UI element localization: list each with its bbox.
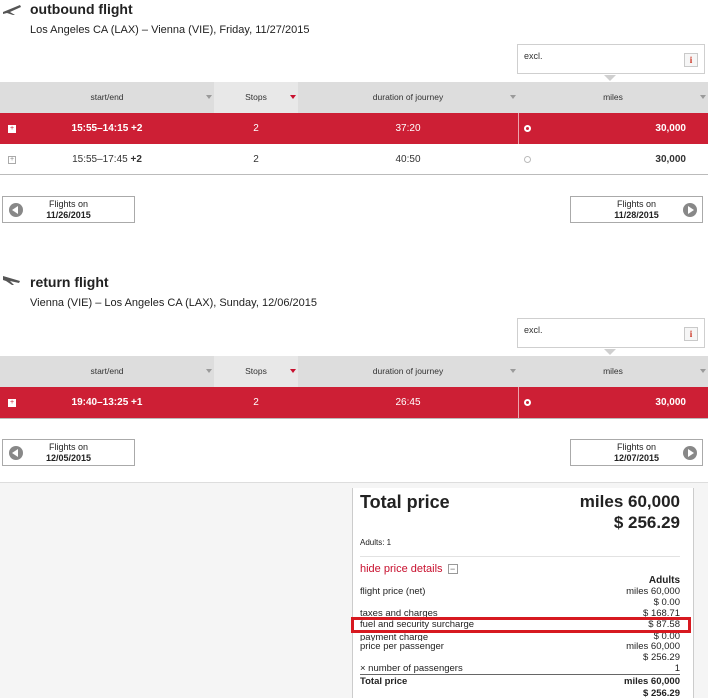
flight-stops: 2 [253, 123, 259, 134]
header-stops[interactable]: Stops [214, 82, 298, 113]
plane-arrival-icon [3, 276, 20, 285]
outbound-route: Los Angeles CA (LAX) – Vienna (VIE), Fri… [30, 24, 310, 36]
total-miles: miles 60,000 [579, 492, 680, 511]
divider [360, 556, 680, 557]
return-table-header: start/end Stops duration of journey mile… [0, 356, 708, 387]
flight-time: 19:40–13:25 +1 [71, 397, 143, 408]
price-per-passenger-line: price per passenger miles 60,000 [360, 641, 680, 652]
summary-total-line: Total price miles 60,000 [360, 676, 680, 687]
return-section-title: return flight [30, 274, 109, 290]
total-price-heading: Total price [360, 492, 450, 512]
pointer-notch [604, 75, 616, 81]
arrow-left-icon [9, 203, 23, 217]
next-day-button[interactable]: Flights on 11/28/2015 [570, 196, 703, 223]
adults-count: Adults: 1 [360, 538, 392, 547]
info-icon[interactable]: i [684, 53, 698, 67]
flight-miles: 30,000 [655, 123, 686, 134]
highlight-box [351, 617, 691, 633]
next-day-button[interactable]: Flights on 12/07/2015 [570, 439, 703, 466]
total-divider [360, 674, 680, 675]
flight-duration: 26:45 [395, 397, 421, 408]
flight-row[interactable]: + 19:40–13:25 +1 2 26:45 30,000 [0, 387, 708, 418]
arrow-left-icon [9, 446, 23, 460]
collapse-icon[interactable]: − [447, 564, 458, 574]
header-startend[interactable]: start/end [0, 82, 214, 113]
flight-duration: 40:50 [395, 154, 421, 165]
flight-time: 15:55–14:15 +2 [71, 123, 143, 134]
total-usd: $ 256.29 [613, 513, 680, 532]
outbound-table-header: start/end Stops duration of journey mile… [0, 82, 708, 113]
flight-stops: 2 [253, 154, 259, 165]
header-miles[interactable]: miles [518, 82, 708, 113]
flight-stops: 2 [253, 397, 259, 408]
select-radio[interactable] [524, 399, 531, 406]
return-price-filter[interactable]: excl. i [517, 318, 705, 348]
flight-duration: 37:20 [395, 123, 421, 134]
flight-price-line: flight price (net) miles 60,000 [360, 586, 680, 597]
flight-time: 15:55–17:45 +2 [72, 154, 142, 165]
return-route: Vienna (VIE) – Los Angeles CA (LAX), Sun… [30, 297, 318, 309]
flight-price-usd: $ 0.00 [653, 597, 680, 608]
pointer-notch [604, 349, 616, 355]
arrow-right-icon [683, 446, 697, 460]
excl-label: excl. [524, 325, 543, 335]
header-startend[interactable]: start/end [0, 356, 214, 387]
header-duration[interactable]: duration of journey [298, 356, 518, 387]
arrow-right-icon [683, 203, 697, 217]
number-of-passengers-line: × number of passengers 1 [360, 663, 680, 674]
header-miles[interactable]: miles [518, 356, 708, 387]
prev-day-button[interactable]: Flights on 11/26/2015 [2, 196, 135, 223]
summary-total-usd: $ 256.29 [643, 688, 680, 698]
prev-day-button[interactable]: Flights on 12/05/2015 [2, 439, 135, 466]
flight-miles: 30,000 [655, 154, 686, 165]
outbound-section-title: outbound flight [30, 1, 133, 17]
header-duration[interactable]: duration of journey [298, 82, 518, 113]
plane-departure-icon [3, 5, 21, 15]
info-icon[interactable]: i [684, 327, 698, 341]
outbound-price-filter[interactable]: excl. i [517, 44, 705, 74]
excl-label: excl. [524, 51, 543, 61]
header-stops[interactable]: Stops [214, 356, 298, 387]
table-bottom-line [0, 418, 708, 419]
select-radio[interactable] [524, 125, 531, 132]
adults-column-header: Adults [648, 575, 680, 586]
taxes-line: taxes and charges $ 168.71 [360, 608, 680, 617]
select-radio[interactable] [524, 156, 531, 163]
flight-miles: 30,000 [655, 397, 686, 408]
price-per-passenger-usd: $ 256.29 [643, 652, 680, 663]
flight-row[interactable]: + 15:55–14:15 +2 2 37:20 30,000 [0, 113, 708, 144]
hide-price-details-link[interactable]: hide price details − [360, 563, 458, 575]
flight-row[interactable]: + 15:55–17:45 +2 2 40:50 30,000 [0, 144, 708, 175]
